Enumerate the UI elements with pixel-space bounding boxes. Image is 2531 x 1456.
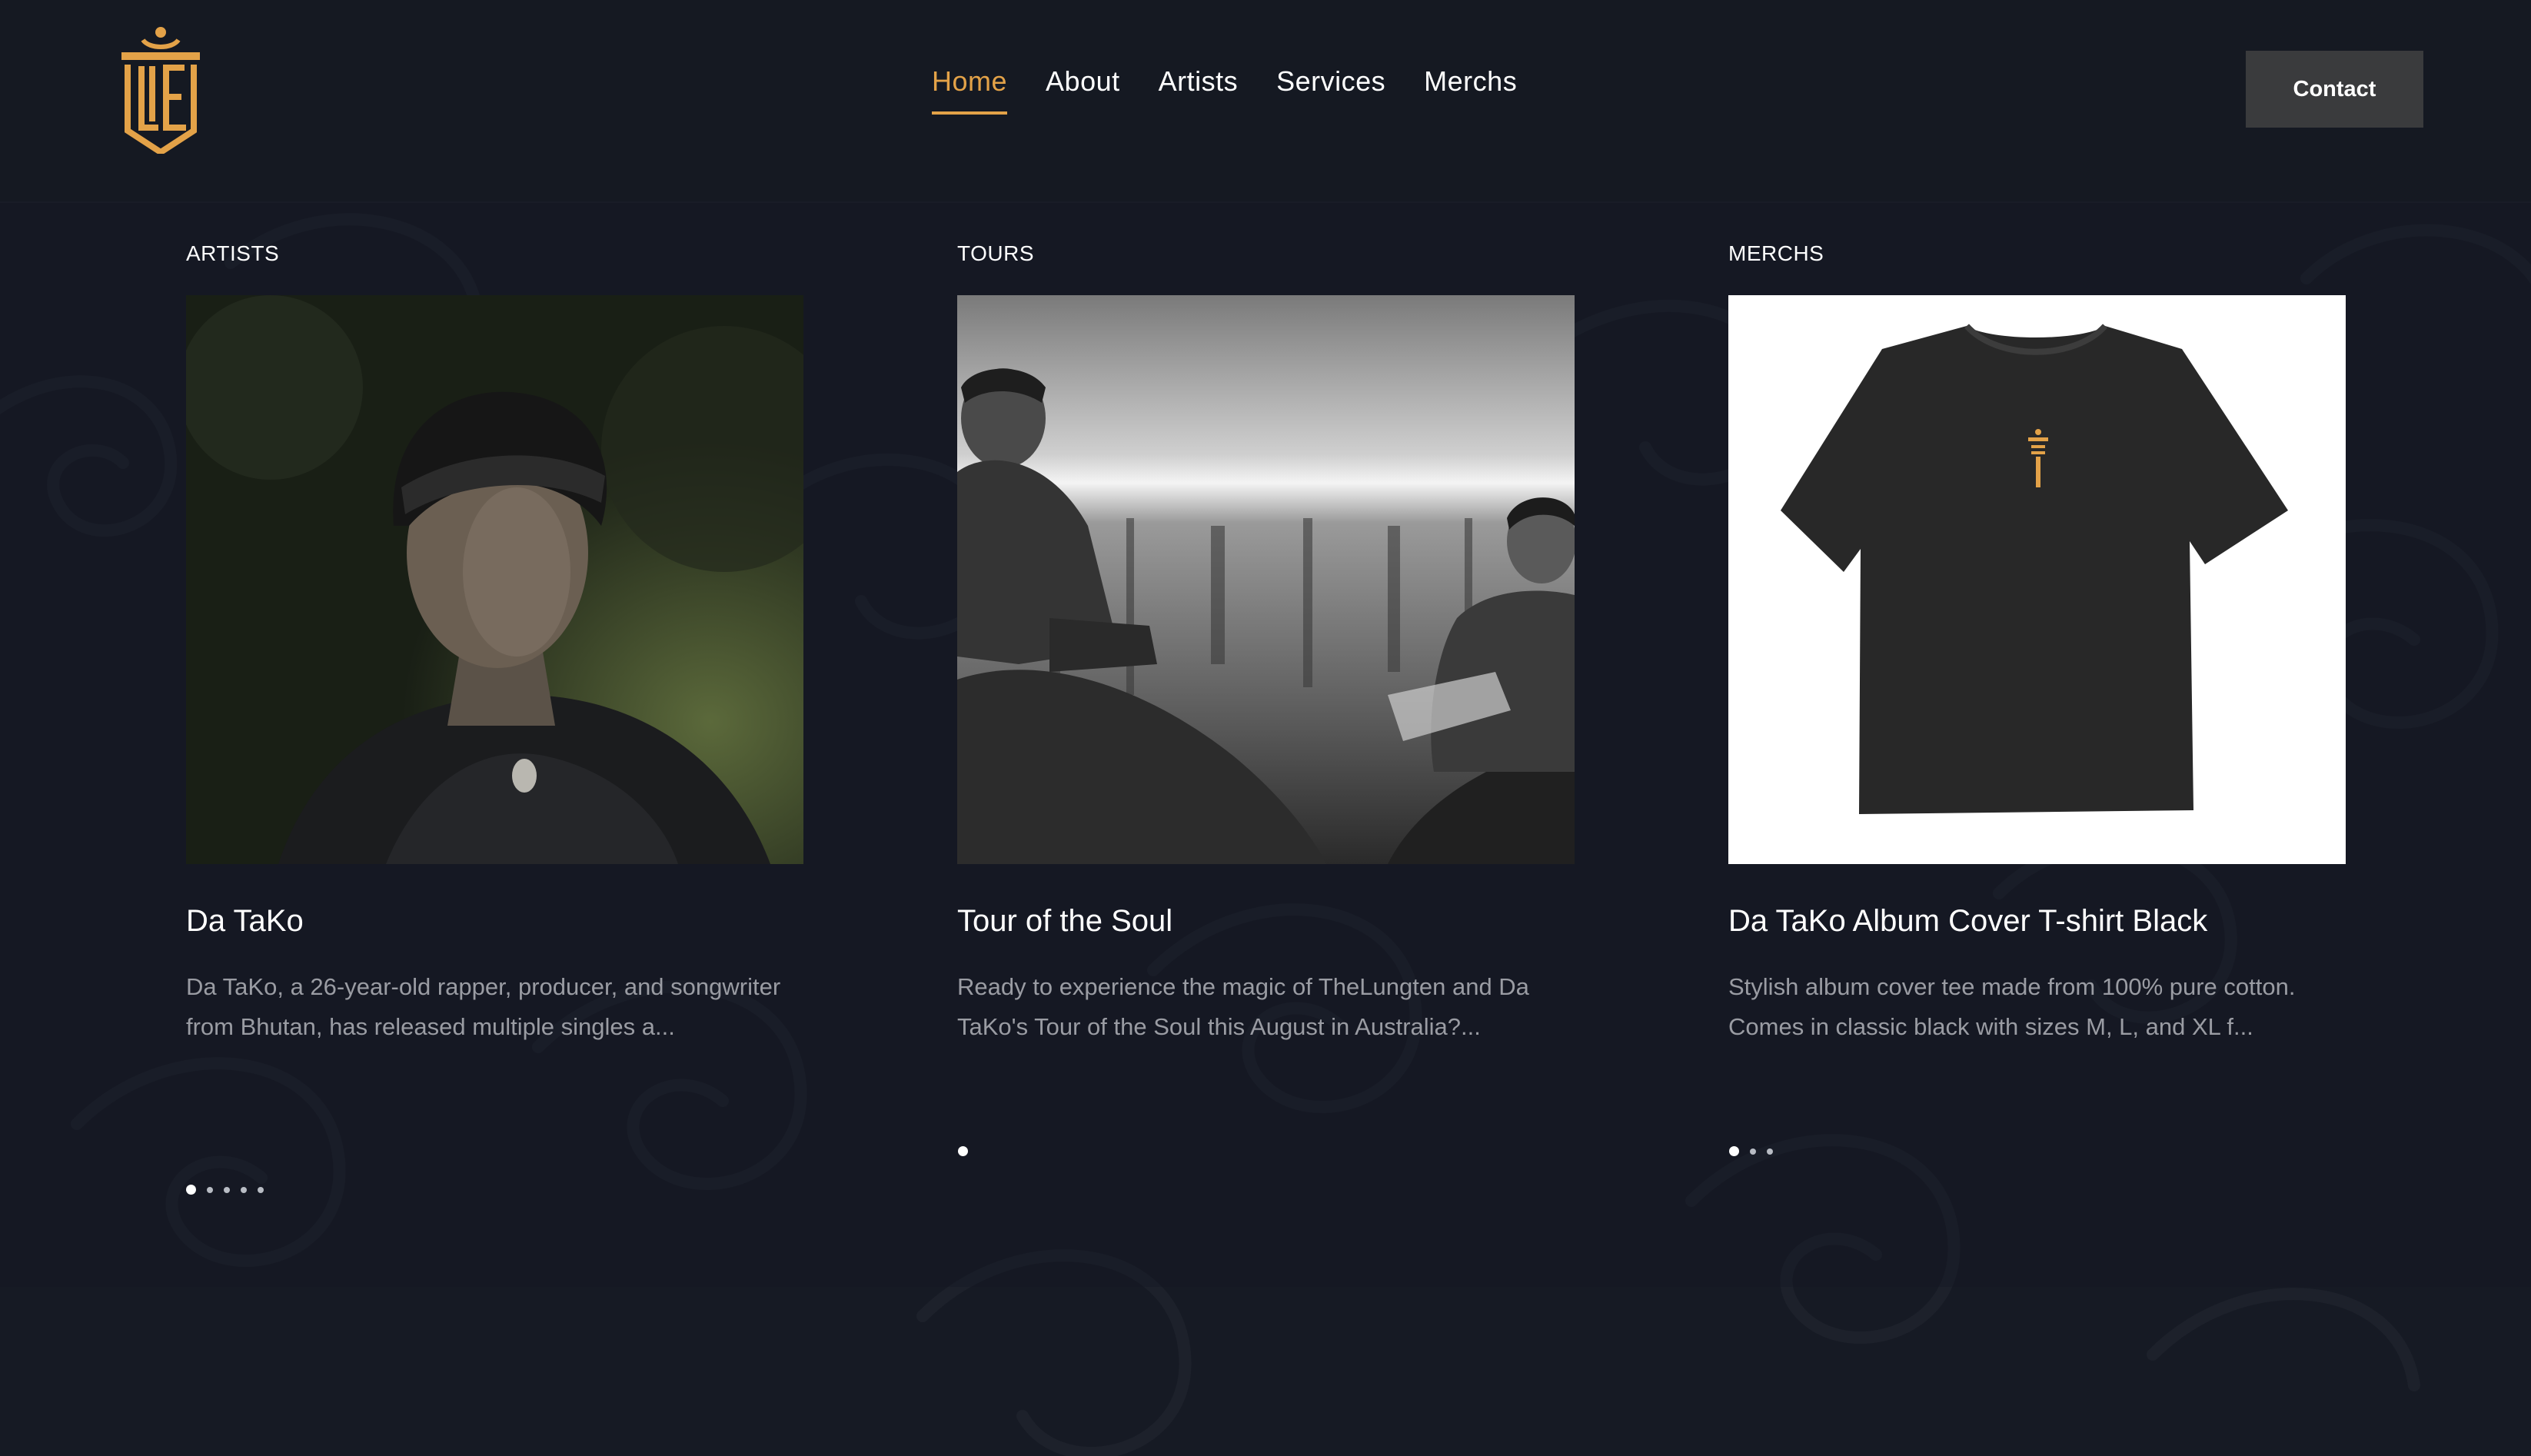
card-title-artist[interactable]: Da TaKo [186,903,803,939]
page: Home About Artists Services Merchs Conta… [0,0,2531,1456]
artists-column: ARTISTS Da TaKo Da TaKo, a 26-year-old r… [186,238,803,1047]
carousel-dot[interactable] [1750,1148,1756,1155]
merchs-column: MERCHS Da TaKo Album Cover T-shirt Black… [1728,238,2346,1047]
artist-photo-icon [186,295,803,864]
nav-services[interactable]: Services [1276,65,1385,115]
nav-home[interactable]: Home [932,65,1008,115]
artist-photo[interactable] [186,295,803,864]
card-title-merch[interactable]: Da TaKo Album Cover T-shirt Black [1728,903,2346,939]
card-title-tour[interactable]: Tour of the Soul [957,903,1575,939]
carousel-dot[interactable] [241,1186,247,1193]
tours-column: TOURS Tour of the Soul Ready to experien… [957,238,1575,1047]
carousel-dot[interactable] [224,1186,230,1193]
nav-about[interactable]: About [1046,65,1120,115]
carousel-dot[interactable] [258,1186,264,1193]
tshirt-icon [1728,295,2346,864]
artists-carousel-dots [186,1185,264,1195]
section-label-artists: ARTISTS [186,241,280,265]
card-description-tour: Ready to experience the magic of TheLung… [957,973,1529,1040]
logo[interactable] [115,23,206,156]
site-header: Home About Artists Services Merchs Conta… [0,0,2531,201]
card-description-artist: Da TaKo, a 26-year-old rapper, producer,… [186,973,781,1040]
carousel-dot[interactable] [186,1185,196,1195]
contact-button[interactable]: Contact [2246,51,2423,128]
main-nav: Home About Artists Services Merchs [932,65,1517,115]
card-description-merch: Stylish album cover tee made from 100% p… [1728,973,2296,1040]
carousel-dot[interactable] [1767,1148,1773,1155]
section-label-tours: TOURS [957,241,1034,265]
tshirt-photo[interactable] [1728,295,2346,864]
carousel-dot[interactable] [207,1186,213,1193]
tour-photo-icon [957,295,1575,864]
merchs-carousel-dots [1729,1146,1773,1156]
nav-artists[interactable]: Artists [1159,65,1239,115]
section-label-merchs: MERCHS [1728,241,1824,265]
carousel-dot[interactable] [958,1146,968,1156]
tours-carousel-dots [958,1146,968,1156]
carousel-dot[interactable] [1729,1146,1739,1156]
logo-icon [121,27,200,156]
nav-merchs[interactable]: Merchs [1424,65,1517,115]
tour-photo[interactable] [957,295,1575,864]
